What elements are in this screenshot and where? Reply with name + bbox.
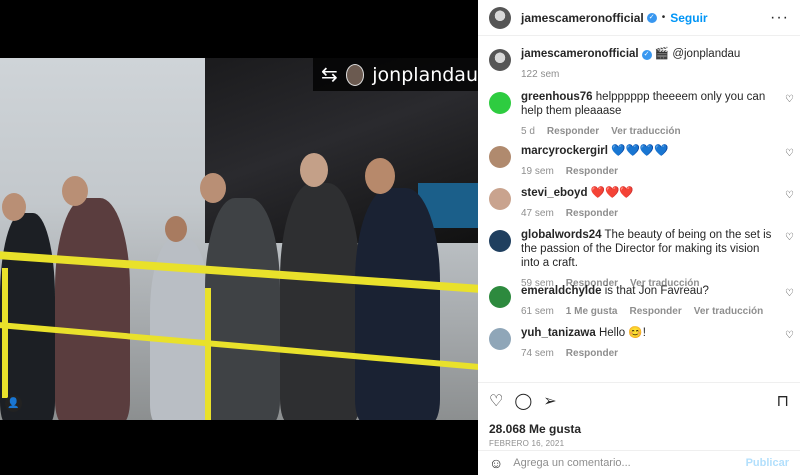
comment-time: 19 sem: [521, 166, 554, 177]
author-avatar[interactable]: [489, 6, 511, 29]
add-comment-bar: ☺ Publicar: [478, 450, 800, 475]
like-heart-icon[interactable]: ♡: [489, 391, 503, 411]
post-actions: ♡ ◯ ➢ ⊓ 28.068 Me gusta FEBRERO 16, 2021: [478, 382, 800, 448]
photo-head: [300, 153, 328, 187]
like-comment-heart-icon[interactable]: ♡: [785, 94, 794, 105]
more-options-icon[interactable]: ···: [770, 9, 789, 27]
comment-username[interactable]: globalwords24: [521, 229, 602, 241]
comment-body: yuh_tanizawa Hello 😊! 74 sem Responder: [521, 326, 781, 362]
post-header: jamescameronofficial ✓ • Seguir ···: [478, 0, 800, 36]
repost-avatar: [345, 63, 365, 86]
comment-row: yuh_tanizawa Hello 😊! 74 sem Responder ♡: [478, 318, 800, 362]
caption-time: 122 sem: [521, 69, 560, 80]
commenter-avatar[interactable]: [489, 188, 511, 210]
repost-badge: ⇆ jonplandau: [313, 58, 478, 91]
photo-head: [200, 173, 226, 203]
publish-button[interactable]: Publicar: [746, 457, 789, 469]
header-separator: •: [661, 12, 666, 23]
comment-row: marcyrockergirl 💙💙💙💙 19 sem Responder ♡: [478, 136, 800, 178]
emoji-icon[interactable]: ☺: [489, 455, 503, 471]
comment-text: ❤️❤️❤️: [590, 187, 634, 199]
comment-bubble-icon[interactable]: ◯: [514, 391, 532, 411]
comment-body: greenhous76 helpppppp theeeem only you c…: [521, 90, 781, 137]
reply-button[interactable]: Responder: [566, 347, 618, 361]
repost-icon: ⇆: [321, 64, 338, 86]
photo-head: [365, 158, 395, 194]
tagged-user-icon[interactable]: 👤: [5, 395, 22, 412]
comment-input[interactable]: [513, 457, 744, 469]
photo-head: [2, 193, 26, 221]
comment-row: greenhous76 helpppppp theeeem only you c…: [478, 82, 800, 137]
post-side-panel: jamescameronofficial ✓ • Seguir ··· jame…: [478, 0, 800, 475]
comment-time: 61 sem: [521, 306, 554, 317]
like-comment-heart-icon[interactable]: ♡: [785, 232, 794, 243]
photo-rail-post: [205, 288, 211, 420]
comment-row: stevi_eboyd ❤️❤️❤️ 47 sem Responder ♡: [478, 178, 800, 220]
caption-text: 🎬 @jonplandau: [654, 48, 741, 60]
photo-person: [280, 183, 360, 420]
comment-body: globalwords24 The beauty of being on the…: [521, 228, 781, 289]
comment-text: Hello 😊!: [598, 327, 646, 339]
comment-username[interactable]: greenhous76: [521, 91, 593, 103]
comment-body: stevi_eboyd ❤️❤️❤️ 47 sem Responder: [521, 186, 781, 220]
author-username[interactable]: jamescameronofficial: [521, 11, 644, 25]
comment-username[interactable]: stevi_eboyd: [521, 187, 587, 199]
follow-button[interactable]: Seguir: [670, 11, 707, 25]
photo-person: [205, 198, 280, 420]
like-comment-heart-icon[interactable]: ♡: [785, 148, 794, 159]
comment-body: marcyrockergirl 💙💙💙💙 19 sem Responder: [521, 144, 781, 178]
reply-button[interactable]: Responder: [629, 305, 681, 319]
photo-rail-post: [2, 268, 8, 398]
action-icons: ♡ ◯ ➢ ⊓: [489, 391, 789, 411]
comment-text: is that Jon Favreau?: [604, 285, 709, 297]
comment-username[interactable]: yuh_tanizawa: [521, 327, 596, 339]
repost-username: jonplandau: [372, 63, 478, 86]
caption-body: jamescameronofficial ✓ 🎬 @jonplandau 122 …: [521, 47, 781, 82]
comment-body: emeraldchylde is that Jon Favreau? 61 se…: [521, 284, 781, 318]
post-date: FEBRERO 16, 2021: [489, 439, 565, 448]
like-comment-heart-icon[interactable]: ♡: [785, 330, 794, 341]
reply-button[interactable]: Responder: [566, 207, 618, 221]
caption-avatar[interactable]: [489, 49, 511, 71]
like-comment-heart-icon[interactable]: ♡: [785, 288, 794, 299]
caption-username[interactable]: jamescameronofficial: [521, 48, 639, 60]
comment-text: 💙💙💙💙: [611, 145, 669, 157]
comment-time: 47 sem: [521, 208, 554, 219]
comment-likes-count[interactable]: 1 Me gusta: [566, 305, 618, 319]
comment-time: 74 sem: [521, 348, 554, 359]
photo-person: [0, 213, 55, 420]
photo-head: [165, 216, 187, 242]
commenter-avatar[interactable]: [489, 146, 511, 168]
verified-badge-icon: ✓: [641, 50, 652, 60]
share-send-icon[interactable]: ➢: [543, 391, 556, 411]
translate-button[interactable]: Ver traducción: [694, 305, 763, 319]
photo-head: [62, 176, 88, 206]
comment-row: emeraldchylde is that Jon Favreau? 61 se…: [478, 276, 800, 318]
post-photo: [0, 58, 478, 420]
comment-username[interactable]: emeraldchylde: [521, 285, 602, 297]
commenter-avatar[interactable]: [489, 328, 511, 350]
caption-row: jamescameronofficial ✓ 🎬 @jonplandau 122 …: [478, 37, 800, 82]
commenter-avatar[interactable]: [489, 286, 511, 308]
reply-button[interactable]: Responder: [566, 165, 618, 179]
commenter-avatar[interactable]: [489, 230, 511, 252]
commenter-avatar[interactable]: [489, 92, 511, 114]
post-media[interactable]: ⇆ jonplandau 👤: [0, 0, 478, 475]
photo-person: [55, 198, 130, 420]
likes-count[interactable]: 28.068 Me gusta: [489, 422, 789, 436]
photo-person: [355, 188, 440, 420]
verified-badge-icon: ✓: [646, 12, 657, 23]
like-comment-heart-icon[interactable]: ♡: [785, 190, 794, 201]
bookmark-icon[interactable]: ⊓: [777, 391, 789, 411]
comment-username[interactable]: marcyrockergirl: [521, 145, 608, 157]
comments-list[interactable]: jamescameronofficial ✓ 🎬 @jonplandau 122 …: [478, 37, 800, 382]
comment-row: globalwords24 The beauty of being on the…: [478, 220, 800, 289]
